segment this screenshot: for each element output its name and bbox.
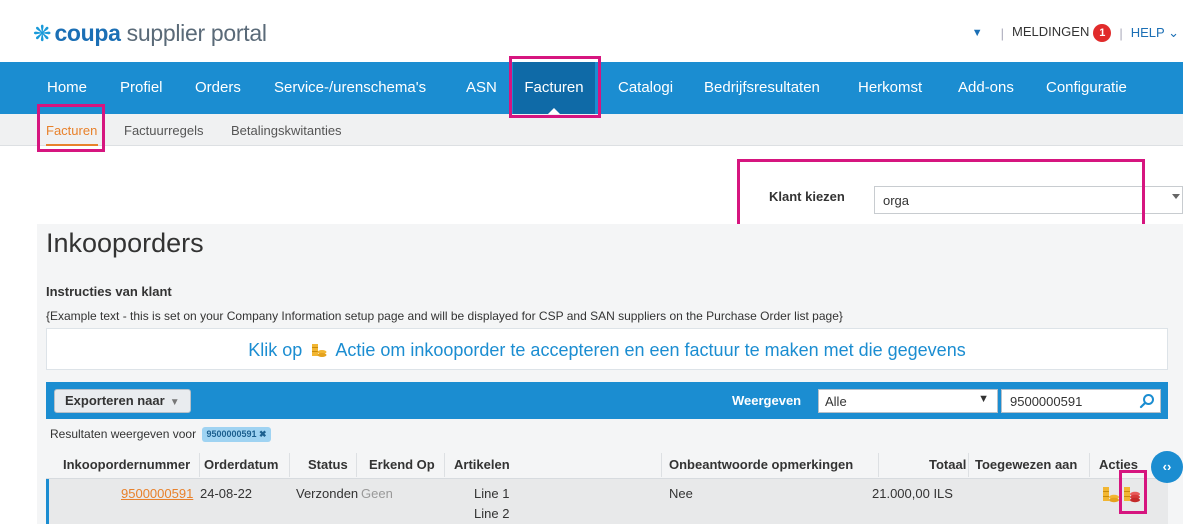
subnav-betalingskwitanties[interactable]: Betalingskwitanties [231,123,342,138]
search-icon[interactable] [1139,393,1155,412]
page-title: Inkooporders [46,228,204,258]
col-onbeantwoorde-opmerkingen[interactable]: Onbeantwoorde opmerkingen [669,457,853,472]
po-number-link[interactable]: 9500000591 [121,486,193,501]
subnav-factuurregels[interactable]: Factuurregels [124,123,203,138]
acknowledged: Geen [361,486,393,501]
search-value: 9500000591 [1010,394,1083,409]
logo[interactable]: ❋ coupa supplier portal [33,20,267,47]
instruction-banner: Klik op Actie om inkooporder te accepter… [46,328,1168,370]
help-menu[interactable]: HELP ⌄ [1131,25,1179,41]
item-line-2: Line 2 [474,506,510,521]
results-label: Resultaten weergeven voor [50,427,197,441]
column-divider [661,453,662,477]
col-totaal[interactable]: Totaal [929,457,966,472]
help-chevron-down-icon: ⌄ [1168,25,1179,40]
col-artikelen[interactable]: Artikelen [454,457,510,472]
view-label: Weergeven [732,393,802,408]
col-orderdatum[interactable]: Orderdatum [204,457,278,472]
column-divider [289,453,290,477]
coupa-flower-icon: ❋ [33,20,52,46]
order-date: 24-08-22 [200,486,253,501]
coupa-supplier-portal: ❋ coupa supplier portal ▼ | MELDINGEN 1 |… [0,0,1183,524]
instructions-text: {Example text - this is set on your Comp… [46,309,843,323]
row-indicator [46,479,49,524]
banner-text: Klik op Actie om inkooporder te accepter… [47,340,1167,363]
unanswered-comments: Nee [669,486,693,501]
view-select[interactable]: Alle ▼ [818,389,998,413]
nav-asn[interactable]: ASN [466,62,497,114]
chevron-down-icon: ▼ [169,397,180,408]
divider: | [1119,25,1123,41]
divider: | [1000,25,1005,41]
logo-product: supplier portal [126,20,267,46]
nav-configuratie[interactable]: Configuratie [1046,62,1127,114]
chevron-down-icon: ▼ [978,393,989,405]
nav-catalogi[interactable]: Catalogi [618,62,673,114]
col-toegewezen-aan[interactable]: Toegewezen aan [975,457,1077,472]
item-line-1: Line 1 [474,486,510,501]
highlight-facturen-nav [509,56,601,118]
table-toolbar: Exporteren naar ▼ Weergeven Alle ▼ 950000… [46,382,1168,419]
col-erkend-op[interactable]: Erkend Op [369,457,435,472]
highlight-facturen-subnav [37,104,105,152]
coins-icon [311,342,327,363]
highlight-customer-select [737,159,1145,229]
filter-chip[interactable]: 9500000591 ✖ [202,427,271,442]
column-divider [199,453,200,477]
customer-select-arrow-icon[interactable] [1172,194,1180,199]
column-divider [1089,453,1090,477]
nav-profiel[interactable]: Profiel [120,62,163,114]
total: 21.000,00 ILS [872,486,953,501]
header-utilities: ▼ | MELDINGEN 1 | HELP ⌄ [972,24,1179,42]
top-header: ❋ coupa supplier portal ▼ | MELDINGEN 1 |… [0,0,1183,62]
export-label: Exporteren naar [65,393,165,408]
column-divider [356,453,357,477]
column-divider [878,453,879,477]
status: Verzonden [296,486,359,501]
notifications-label: MELDINGEN [1012,24,1090,39]
table-header: Inkoopordernummer Orderdatum Status Erke… [46,451,1168,479]
account-chevron-down-icon[interactable]: ▼ [972,27,983,39]
coins-icon[interactable] [1102,484,1120,509]
banner-text-after: Actie om inkooporder te accepteren en ee… [335,340,966,360]
highlight-invoice-action [1119,470,1147,514]
search-input[interactable]: 9500000591 [1001,389,1161,413]
chevron-code-icon[interactable]: ‹› [1151,451,1183,483]
col-status[interactable]: Status [308,457,348,472]
nav-herkomst[interactable]: Herkomst [858,62,922,114]
nav-service-urenschemas[interactable]: Service-/urenschema's [274,62,426,114]
export-button[interactable]: Exporteren naar ▼ [54,389,191,413]
results-filter: Resultaten weergeven voor 9500000591 ✖ [46,420,1168,446]
banner-text-before: Klik op [248,340,303,360]
sub-navigation: Facturen Factuurregels Betalingskwitanti… [0,114,1183,146]
table-row: 9500000591 24-08-22 Verzonden Geen Line … [46,479,1168,524]
column-divider [444,453,445,477]
nav-add-ons[interactable]: Add-ons [958,62,1014,114]
nav-orders[interactable]: Orders [195,62,241,114]
help-label: HELP [1130,25,1165,40]
instructions-title: Instructies van klant [46,284,172,299]
view-select-value: Alle [825,394,847,409]
nav-bedrijfsresultaten[interactable]: Bedrijfsresultaten [704,62,820,114]
notifications-link[interactable]: MELDINGEN 1 [1012,24,1112,42]
column-divider [968,453,969,477]
col-inkoopordernummer[interactable]: Inkoopordernummer [63,457,190,472]
logo-brand: coupa [54,20,121,46]
notifications-count-badge: 1 [1093,24,1112,42]
